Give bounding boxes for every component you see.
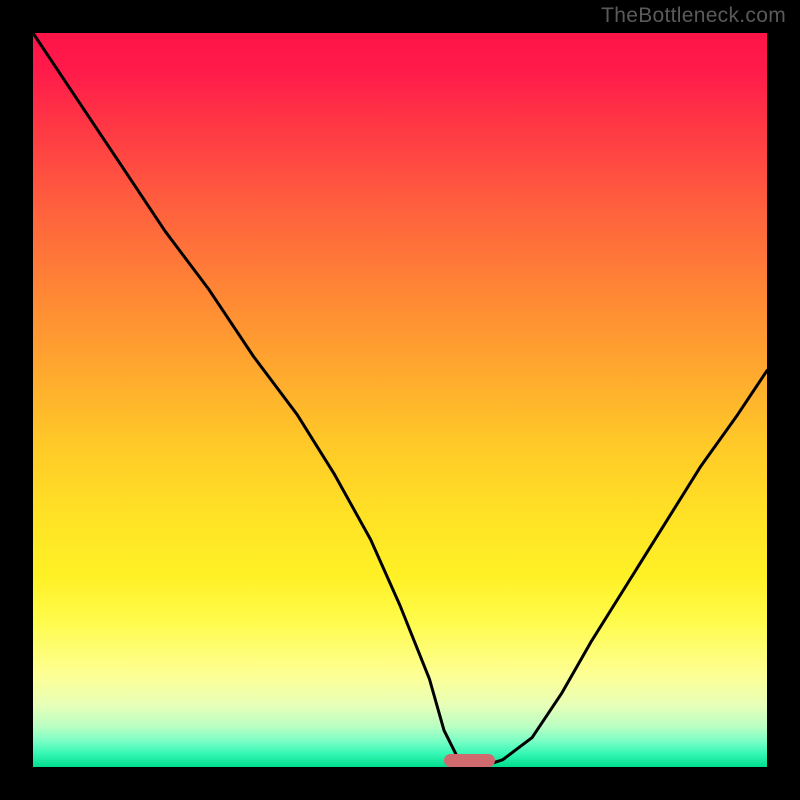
bottleneck-curve <box>33 33 767 767</box>
optimal-region-marker <box>444 754 495 767</box>
watermark-text: TheBottleneck.com <box>601 4 786 28</box>
plot-area <box>33 33 767 767</box>
